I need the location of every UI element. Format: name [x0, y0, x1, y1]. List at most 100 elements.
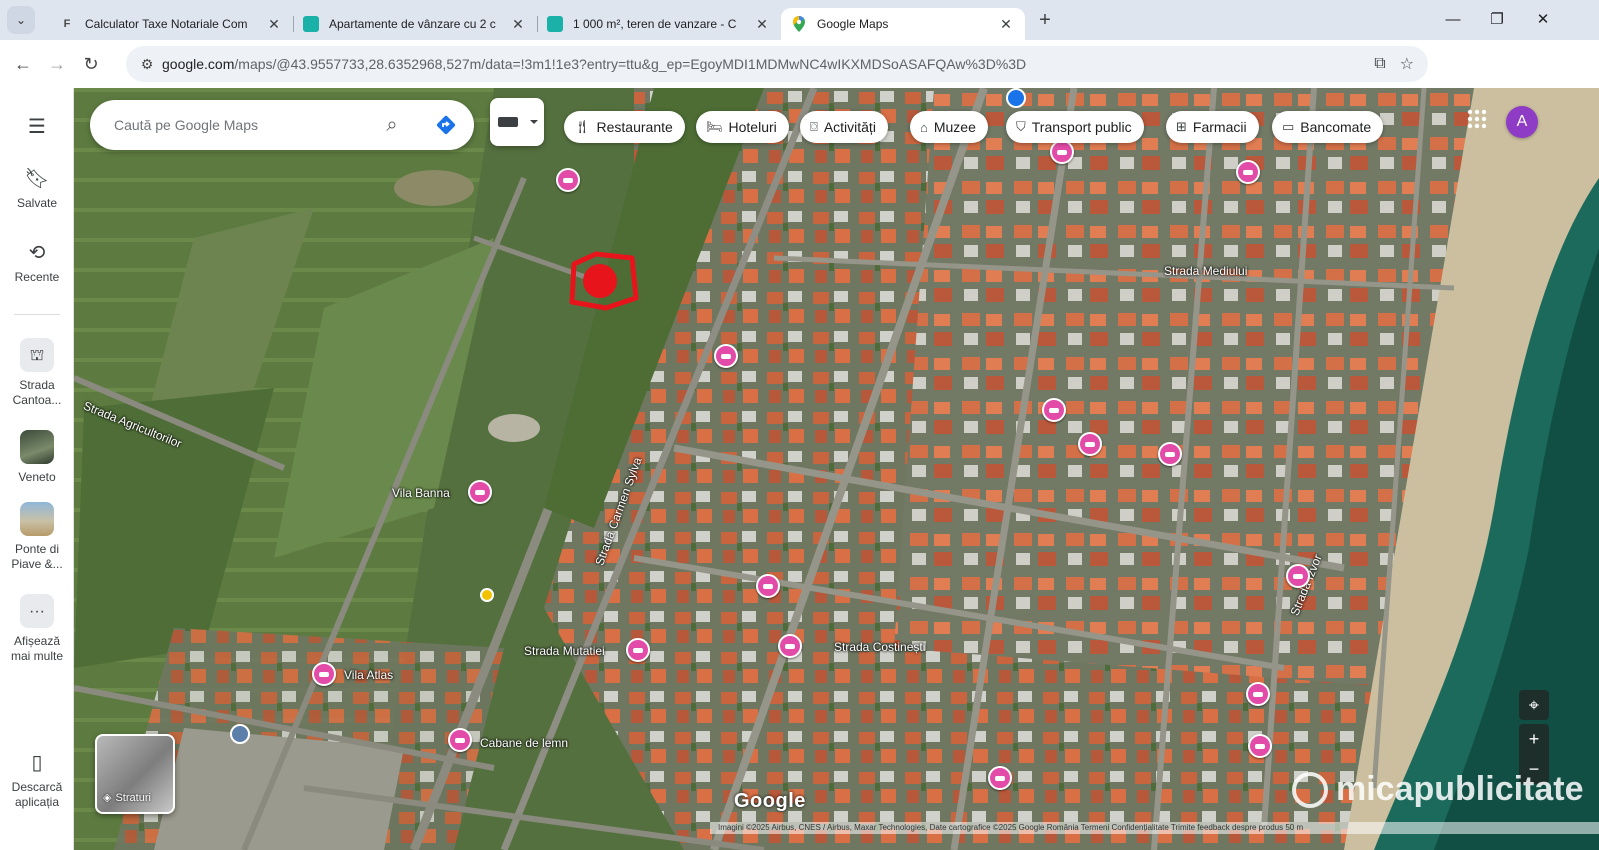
hotel-pin-icon[interactable] [1246, 682, 1270, 706]
zoom-in-button[interactable]: + [1519, 724, 1549, 754]
my-location-button[interactable]: ⌖ [1519, 690, 1549, 720]
hotel-pin-icon[interactable] [778, 634, 802, 658]
google-logo: Google [734, 790, 806, 812]
hotel-pin-icon[interactable] [714, 344, 738, 368]
tab-favicon-icon: F [63, 18, 71, 30]
recent-place-label: Cantoa... [12, 393, 62, 407]
hotel-pin-icon[interactable] [1050, 140, 1074, 164]
chip-label: Bancomate [1300, 119, 1372, 135]
ponte-di-piave-thumbnail [20, 502, 54, 536]
bookmark-star-icon[interactable]: ☆ [1400, 54, 1414, 74]
bus-icon: ⛉ [1016, 119, 1026, 134]
chip-pharmacies[interactable]: ⊞ Farmacii [1166, 111, 1259, 143]
tab-apartments[interactable]: Apartamente de vânzare cu 2 c ✕ [293, 8, 537, 40]
bed-icon: 🛏︎ [706, 119, 723, 134]
site-info-icon[interactable]: ⚙ [132, 56, 162, 73]
hamburger-menu-icon: ☰ [28, 116, 46, 138]
tab-title: Apartamente de vânzare cu 2 c [329, 17, 496, 31]
chip-activities[interactable]: ⌼ Activități [800, 111, 888, 143]
hotel-pin-icon[interactable] [556, 168, 580, 192]
close-tab-icon[interactable]: ✕ [509, 15, 527, 33]
close-tab-icon[interactable]: ✕ [265, 15, 283, 33]
tab-strip: ⌄ F Calculator Taxe Notariale Com ✕ Apar… [0, 0, 1599, 40]
chip-public-transport[interactable]: ⛉ Transport public [1006, 111, 1144, 143]
menu-button[interactable]: ☰ [0, 116, 74, 144]
tab-title: Calculator Taxe Notariale Com [85, 17, 248, 31]
hotel-pin-icon[interactable] [468, 480, 492, 504]
plus-icon: + [1039, 9, 1051, 31]
url-text[interactable]: google.com/maps/@43.9557733,28.6352968,5… [162, 56, 1026, 72]
street-label: Strada Costinești [834, 640, 926, 654]
hotel-pin-icon[interactable] [1286, 564, 1310, 588]
chip-museums[interactable]: ⌂ Muzee [910, 111, 988, 143]
directions-icon[interactable] [434, 113, 458, 137]
hotel-pin-icon[interactable] [1248, 734, 1272, 758]
hotel-pin-icon[interactable] [626, 638, 650, 662]
recent-place-veneto[interactable]: Veneto [0, 430, 74, 485]
hotel-pin-icon[interactable] [988, 766, 1012, 790]
tab-search-button[interactable]: ⌄ [7, 6, 35, 34]
restore-icon: ❐ [1490, 11, 1504, 28]
close-tab-icon[interactable]: ✕ [997, 15, 1015, 33]
tab-google-maps[interactable]: Google Maps ✕ [781, 8, 1025, 40]
restore-window-button[interactable]: ❐ [1474, 0, 1520, 40]
google-apps-icon[interactable] [1466, 108, 1488, 130]
close-tab-icon[interactable]: ✕ [753, 15, 771, 33]
tab-notarial-calculator[interactable]: F Calculator Taxe Notariale Com ✕ [49, 8, 293, 40]
street-label: Strada Mediului [1164, 264, 1248, 278]
street-label: Strada Mutatiei [524, 644, 605, 658]
hotel-pin-icon[interactable] [1236, 160, 1260, 184]
recent-place-strada[interactable]: ⛫ Strada Cantoa... [0, 338, 74, 408]
recent-label: Recente [14, 270, 60, 284]
hotel-pin-icon[interactable] [756, 574, 780, 598]
back-button[interactable]: ← [6, 47, 40, 81]
hotel-pin-icon[interactable] [448, 728, 472, 752]
info-pin-icon[interactable] [480, 588, 494, 602]
layers-icon: ◈ [103, 792, 112, 804]
reload-button[interactable]: ↻ [74, 47, 108, 81]
recent-place-ponte-di-piave[interactable]: Ponte di Piave &... [0, 502, 74, 572]
recent-button[interactable]: ⟲ Recente [0, 242, 74, 285]
hotel-pin-icon[interactable] [1078, 432, 1102, 456]
chip-restaurants[interactable]: 🍴︎ Restaurante [564, 111, 685, 143]
travel-mode-toggle[interactable] [490, 98, 544, 146]
url-path: /maps/@43.9557733,28.6352968,527m/data=!… [234, 56, 1027, 72]
address-bar[interactable]: ⚙ google.com/maps/@43.9557733,28.6352968… [126, 46, 1428, 82]
download-app-button[interactable]: ▯ Descarcă aplicația [0, 752, 74, 810]
reload-icon: ↻ [83, 54, 99, 74]
saved-button[interactable]: 🔖︎ Salvate [0, 168, 74, 211]
forward-button[interactable]: → [40, 47, 74, 81]
search-input[interactable] [114, 117, 364, 133]
close-window-button[interactable]: ✕ [1520, 0, 1566, 40]
landmark-pin-icon[interactable] [230, 724, 250, 744]
hotel-pin-icon[interactable] [1042, 398, 1066, 422]
browser-toolbar: ← → ↻ ⚙ google.com/maps/@43.9557733,28.6… [0, 40, 1599, 116]
minimize-window-button[interactable]: — [1430, 0, 1476, 40]
more-dots-icon: ··· [20, 594, 54, 628]
plus-icon: + [1528, 729, 1540, 749]
install-app-icon[interactable]: ⧉ [1374, 55, 1385, 73]
place-label: Cabane de lemn [480, 736, 569, 750]
satellite-map[interactable]: Strada Agricultorilor Strada Mediului St… [74, 88, 1599, 850]
recent-place-label: Piave &... [11, 557, 63, 571]
hotel-pin-icon[interactable] [1158, 442, 1182, 466]
new-tab-button[interactable]: + [1031, 6, 1059, 34]
layers-label: Straturi [115, 791, 151, 804]
maps-search-box: ⌕ [90, 100, 474, 150]
transit-pin-icon[interactable] [1006, 88, 1026, 108]
chip-atms[interactable]: ▭ Bancomate [1272, 111, 1384, 143]
layers-toggle[interactable]: ◈ Straturi [95, 734, 175, 814]
tab-land-sale[interactable]: 1 000 m², teren de vanzare - C ✕ [537, 8, 781, 40]
recent-place-label: Veneto [18, 470, 56, 484]
chip-label: Restaurante [596, 119, 673, 135]
search-icon[interactable]: ⌕ [380, 100, 404, 150]
veneto-thumbnail [20, 430, 54, 464]
google-account-avatar[interactable]: A [1506, 106, 1538, 138]
saved-label: Salvate [16, 196, 58, 210]
map-attribution: Imagini ©2025 Airbus, CNES / Airbus, Max… [710, 822, 1599, 834]
show-more-button[interactable]: ··· Afișează mai multe [0, 594, 74, 664]
chip-hotels[interactable]: 🛏︎ Hoteluri [696, 111, 789, 143]
watermark-text: micapublicitate [1336, 770, 1584, 808]
hotel-pin-icon[interactable] [312, 662, 336, 686]
keyboard-icon [498, 117, 538, 127]
